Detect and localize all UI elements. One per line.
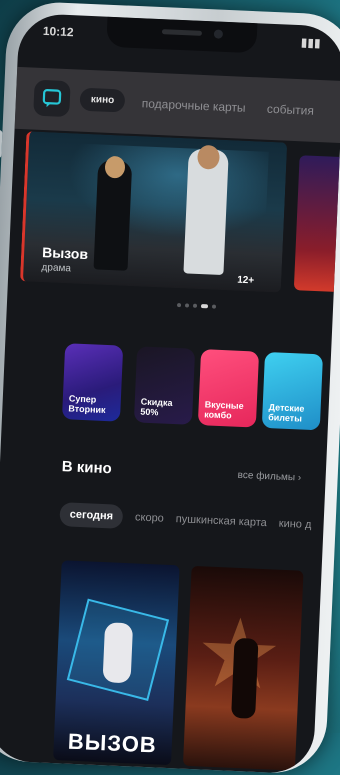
hero-figure-man [183,144,229,276]
pagination-dot[interactable] [176,303,182,308]
chip-pushkin-card[interactable]: пушкинская карта [176,513,268,529]
promo-tile-kids[interactable]: Детские билеты [261,351,324,431]
next-banner[interactable] [293,155,340,293]
poster-figure [102,622,134,684]
promo-label: Детские билеты [268,402,305,424]
pagination-dot-active[interactable] [200,304,209,309]
hero-title: Вызов [41,244,89,263]
promo-label: Вкусные комбо [204,399,244,421]
tab-events[interactable]: события [267,102,315,118]
mute-switch [0,129,3,159]
promo-tile-discount[interactable]: Скидка 50% [133,346,196,425]
promo-label: Супер Вторник [68,393,106,415]
hero-figure-woman [93,155,133,271]
filter-chips: сегодня скоро пушкинская карта кино д [59,502,312,537]
camera [213,29,224,39]
app-logo-icon[interactable] [33,79,71,118]
app-screen: 10:12 ▮▮▮ кино подарочные карты события [0,12,340,775]
hero-banner[interactable]: Вызов драма 12+ [19,131,288,293]
promo-label: Скидка 50% [140,396,173,418]
hero-genre: драма [41,262,72,275]
status-time: 10:12 [42,23,74,40]
speaker [161,29,203,36]
tab-gift-cards[interactable]: подарочные карты [141,96,245,115]
poster-title: ВЫЗОВ [67,728,158,758]
tab-cinema[interactable]: кино [79,87,126,113]
pagination-dot[interactable] [211,304,217,309]
section-title: В кино [61,458,113,478]
movie-poster[interactable]: ВЫЗОВ [53,560,180,766]
notch [106,16,258,54]
top-nav: подарочные карты события [141,96,332,118]
movie-poster[interactable]: ★ [182,565,304,771]
all-movies-label: все фильмы [237,469,296,484]
pagination-dot[interactable] [184,303,190,308]
chip-more[interactable]: кино д [279,518,312,531]
promo-tile-combo[interactable]: Вкусные комбо [197,349,260,428]
battery-icon: ▮▮▮ [300,35,321,51]
chip-soon[interactable]: скоро [135,511,164,524]
poster-figure [231,637,259,719]
all-movies-link[interactable]: все фильмы › [237,470,301,484]
chip-today[interactable]: сегодня [59,502,124,529]
promo-tile-super-tuesday[interactable]: Супер Вторник [61,343,124,422]
pagination-dot[interactable] [192,303,198,308]
chevron-right-icon: › [297,472,302,484]
phone-frame: 10:12 ▮▮▮ кино подарочные карты события [0,0,340,775]
age-rating-badge: 12+ [236,274,255,287]
app-header: кино подарочные карты события [14,66,340,143]
carousel-pagination [176,303,217,309]
